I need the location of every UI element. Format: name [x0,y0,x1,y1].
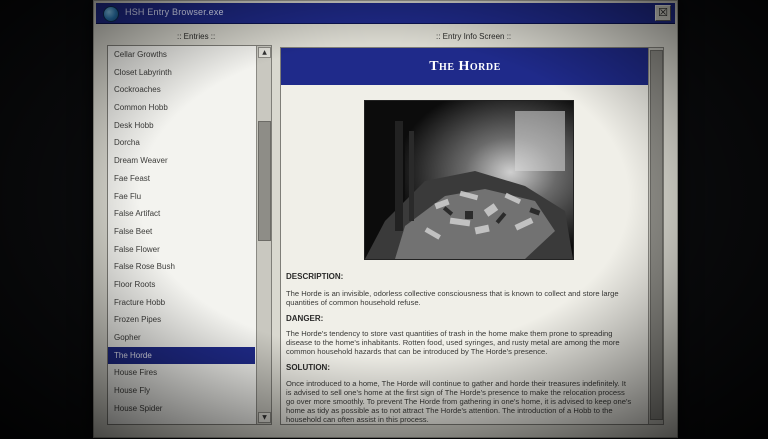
danger-text: The Horde's tendency to store vast quant… [286,329,620,356]
list-item[interactable]: Dream Weaver [108,152,255,170]
list-item[interactable]: Fae Feast [108,170,255,188]
entry-info-scroll-thumb[interactable] [650,50,663,420]
list-item[interactable]: Cockroaches [108,81,255,99]
description-text: The Horde is an invisible, odorless coll… [286,289,619,307]
list-item[interactable]: House Fires [108,364,255,382]
list-item[interactable]: Cellar Growths [108,46,255,64]
entries-scrollbar[interactable]: ▲ ▼ [256,46,271,424]
list-item[interactable]: Common Hobb [108,99,255,117]
list-item[interactable]: Gopher [108,329,255,347]
title-bar[interactable]: HSH Entry Browser.exe ☒ [96,3,675,24]
scroll-down-button[interactable]: ▼ [258,412,271,423]
list-item[interactable]: Dorcha [108,134,255,152]
solution-heading: SOLUTION: [286,363,330,372]
list-item[interactable]: Desk Hobb [108,117,255,135]
description-heading: DESCRIPTION: [286,272,344,281]
list-item[interactable]: False Flower [108,241,255,259]
list-item[interactable]: The Horde [108,346,255,365]
list-item[interactable]: House Spider [108,400,255,418]
list-item[interactable]: House Fly [108,382,255,400]
globe-app-icon [103,6,119,22]
close-button[interactable]: ☒ [655,5,671,21]
scroll-thumb[interactable] [258,121,271,241]
list-item[interactable]: False Artifact [108,205,255,223]
entry-title-banner: The Horde [281,48,649,85]
app-window: HSH Entry Browser.exe ☒ :: Entries :: ::… [93,0,678,438]
window-title: HSH Entry Browser.exe [125,7,224,17]
entry-title: The Horde [429,59,501,74]
entry-info-scrollbar[interactable] [648,48,663,424]
info-pane-label: :: Entry Info Screen :: [436,32,512,41]
entries-list-pane: Cellar Growths Closet Labyrinth Cockroache… [107,45,272,425]
trash-pile-image [365,101,573,259]
list-item[interactable]: Floor Roots [108,276,255,294]
list-item[interactable]: False Rose Bush [108,258,255,276]
entries-pane-label: :: Entries :: [177,32,216,41]
solution-text: Once introduced to a home, The Horde wil… [286,379,632,424]
list-item[interactable]: False Beet [108,223,255,241]
list-item[interactable]: Frozen Pipes [108,311,255,329]
entries-list: Cellar Growths Closet Labyrinth Cockroache… [108,46,255,424]
list-item[interactable]: Closet Labyrinth [108,64,255,82]
list-item[interactable]: Fae Flu [108,188,255,206]
list-item[interactable]: Fracture Hobb [108,294,255,312]
scroll-up-button[interactable]: ▲ [258,47,271,58]
entry-photo [364,100,574,260]
entry-info-pane: The Horde DESCRIPTION: The Horde is an i… [280,47,664,425]
danger-heading: DANGER: [286,314,324,323]
